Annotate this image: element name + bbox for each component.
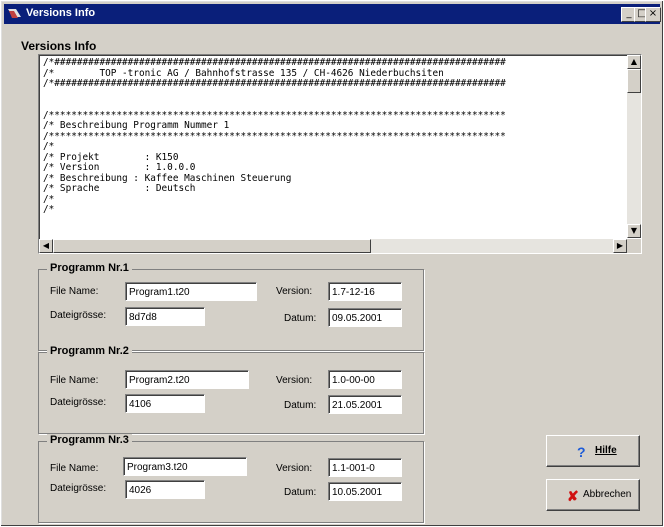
scroll-left-icon[interactable]: ◀ xyxy=(39,239,53,253)
version-text-area[interactable]: /*######################################… xyxy=(38,54,642,254)
resize-grip-icon[interactable] xyxy=(627,239,641,253)
version-text: /*######################################… xyxy=(43,58,623,233)
version-field[interactable]: 1.1-001-0 xyxy=(328,458,402,477)
title-bar[interactable]: Versions Info _ □ × xyxy=(4,4,661,24)
size-label: Dateigrösse: xyxy=(50,397,107,408)
cancel-button[interactable]: ✘ Abbrechen xyxy=(546,479,640,511)
cancel-button-label: Abbrechen xyxy=(583,489,632,500)
help-icon: ? xyxy=(577,444,586,460)
file-name-label: File Name: xyxy=(50,463,99,474)
date-field[interactable]: 21.05.2001 xyxy=(328,395,402,414)
date-label: Datum: xyxy=(284,487,317,498)
text-line: /* Beschreibung Programm Nummer 1 xyxy=(43,120,230,131)
page-title: Versions Info xyxy=(21,39,97,53)
help-button[interactable]: ? Hilfe xyxy=(546,435,640,467)
file-name-field[interactable]: Program2.t20 xyxy=(125,370,249,389)
version-field[interactable]: 1.0-00-00 xyxy=(328,370,402,389)
scroll-up-icon[interactable]: ▲ xyxy=(627,55,641,69)
date-label: Datum: xyxy=(284,400,317,411)
group-title: Programm Nr.1 xyxy=(47,262,132,274)
text-line: /* xyxy=(43,193,55,205)
cancel-icon: ✘ xyxy=(567,488,579,504)
scroll-right-icon[interactable]: ▶ xyxy=(613,239,627,253)
text-line xyxy=(43,100,623,111)
size-label: Dateigrösse: xyxy=(50,483,107,494)
vertical-scroll-thumb[interactable] xyxy=(627,69,641,93)
date-field[interactable]: 09.05.2001 xyxy=(328,308,402,327)
close-button[interactable]: × xyxy=(645,7,661,22)
file-name-label: File Name: xyxy=(50,286,99,297)
file-name-field[interactable]: Program3.t20 xyxy=(123,457,247,476)
file-name-label: File Name: xyxy=(50,375,99,386)
version-label: Version: xyxy=(276,286,313,297)
text-line: /* xyxy=(43,141,55,152)
scroll-down-icon[interactable]: ▼ xyxy=(627,224,641,238)
app-icon xyxy=(8,9,21,18)
help-button-label: Hilfe xyxy=(595,445,617,456)
file-name-field[interactable]: Program1.t20 xyxy=(125,282,257,301)
date-field[interactable]: 10.05.2001 xyxy=(328,482,402,501)
size-field[interactable]: 4026 xyxy=(125,480,205,499)
date-label: Datum: xyxy=(284,313,317,324)
text-line: /***************************************… xyxy=(43,130,506,142)
program-group-1: Programm Nr.1 File Name: Program1.t20 Da… xyxy=(38,262,424,351)
text-line: /* Version : 1.0.0.0 xyxy=(43,162,196,173)
program-group-3: Programm Nr.3 File Name: Program3.t20 Da… xyxy=(38,434,424,523)
vertical-scrollbar[interactable]: ▲ ▼ xyxy=(627,55,641,238)
version-label: Version: xyxy=(276,463,313,474)
text-line xyxy=(43,90,623,101)
horizontal-scroll-thumb[interactable] xyxy=(53,239,371,253)
group-title: Programm Nr.3 xyxy=(47,434,132,446)
size-field[interactable]: 8d7d8 xyxy=(125,307,205,326)
horizontal-scrollbar[interactable]: ◀ ▶ xyxy=(39,239,627,253)
text-line: /* xyxy=(43,204,55,215)
window-title: Versions Info xyxy=(26,7,96,19)
size-label: Dateigrösse: xyxy=(50,310,107,321)
text-line: /*######################################… xyxy=(43,78,506,89)
version-field[interactable]: 1.7-12-16 xyxy=(328,282,402,301)
text-line: /*######################################… xyxy=(43,58,506,68)
group-title: Programm Nr.2 xyxy=(47,345,132,357)
size-field[interactable]: 4106 xyxy=(125,394,205,413)
versions-info-window: Versions Info _ □ × Versions Info /*####… xyxy=(0,0,664,527)
program-group-2: Programm Nr.2 File Name: Program2.t20 Da… xyxy=(38,345,424,434)
text-line: /* Sprache : Deutsch xyxy=(43,183,196,194)
version-label: Version: xyxy=(276,375,313,386)
